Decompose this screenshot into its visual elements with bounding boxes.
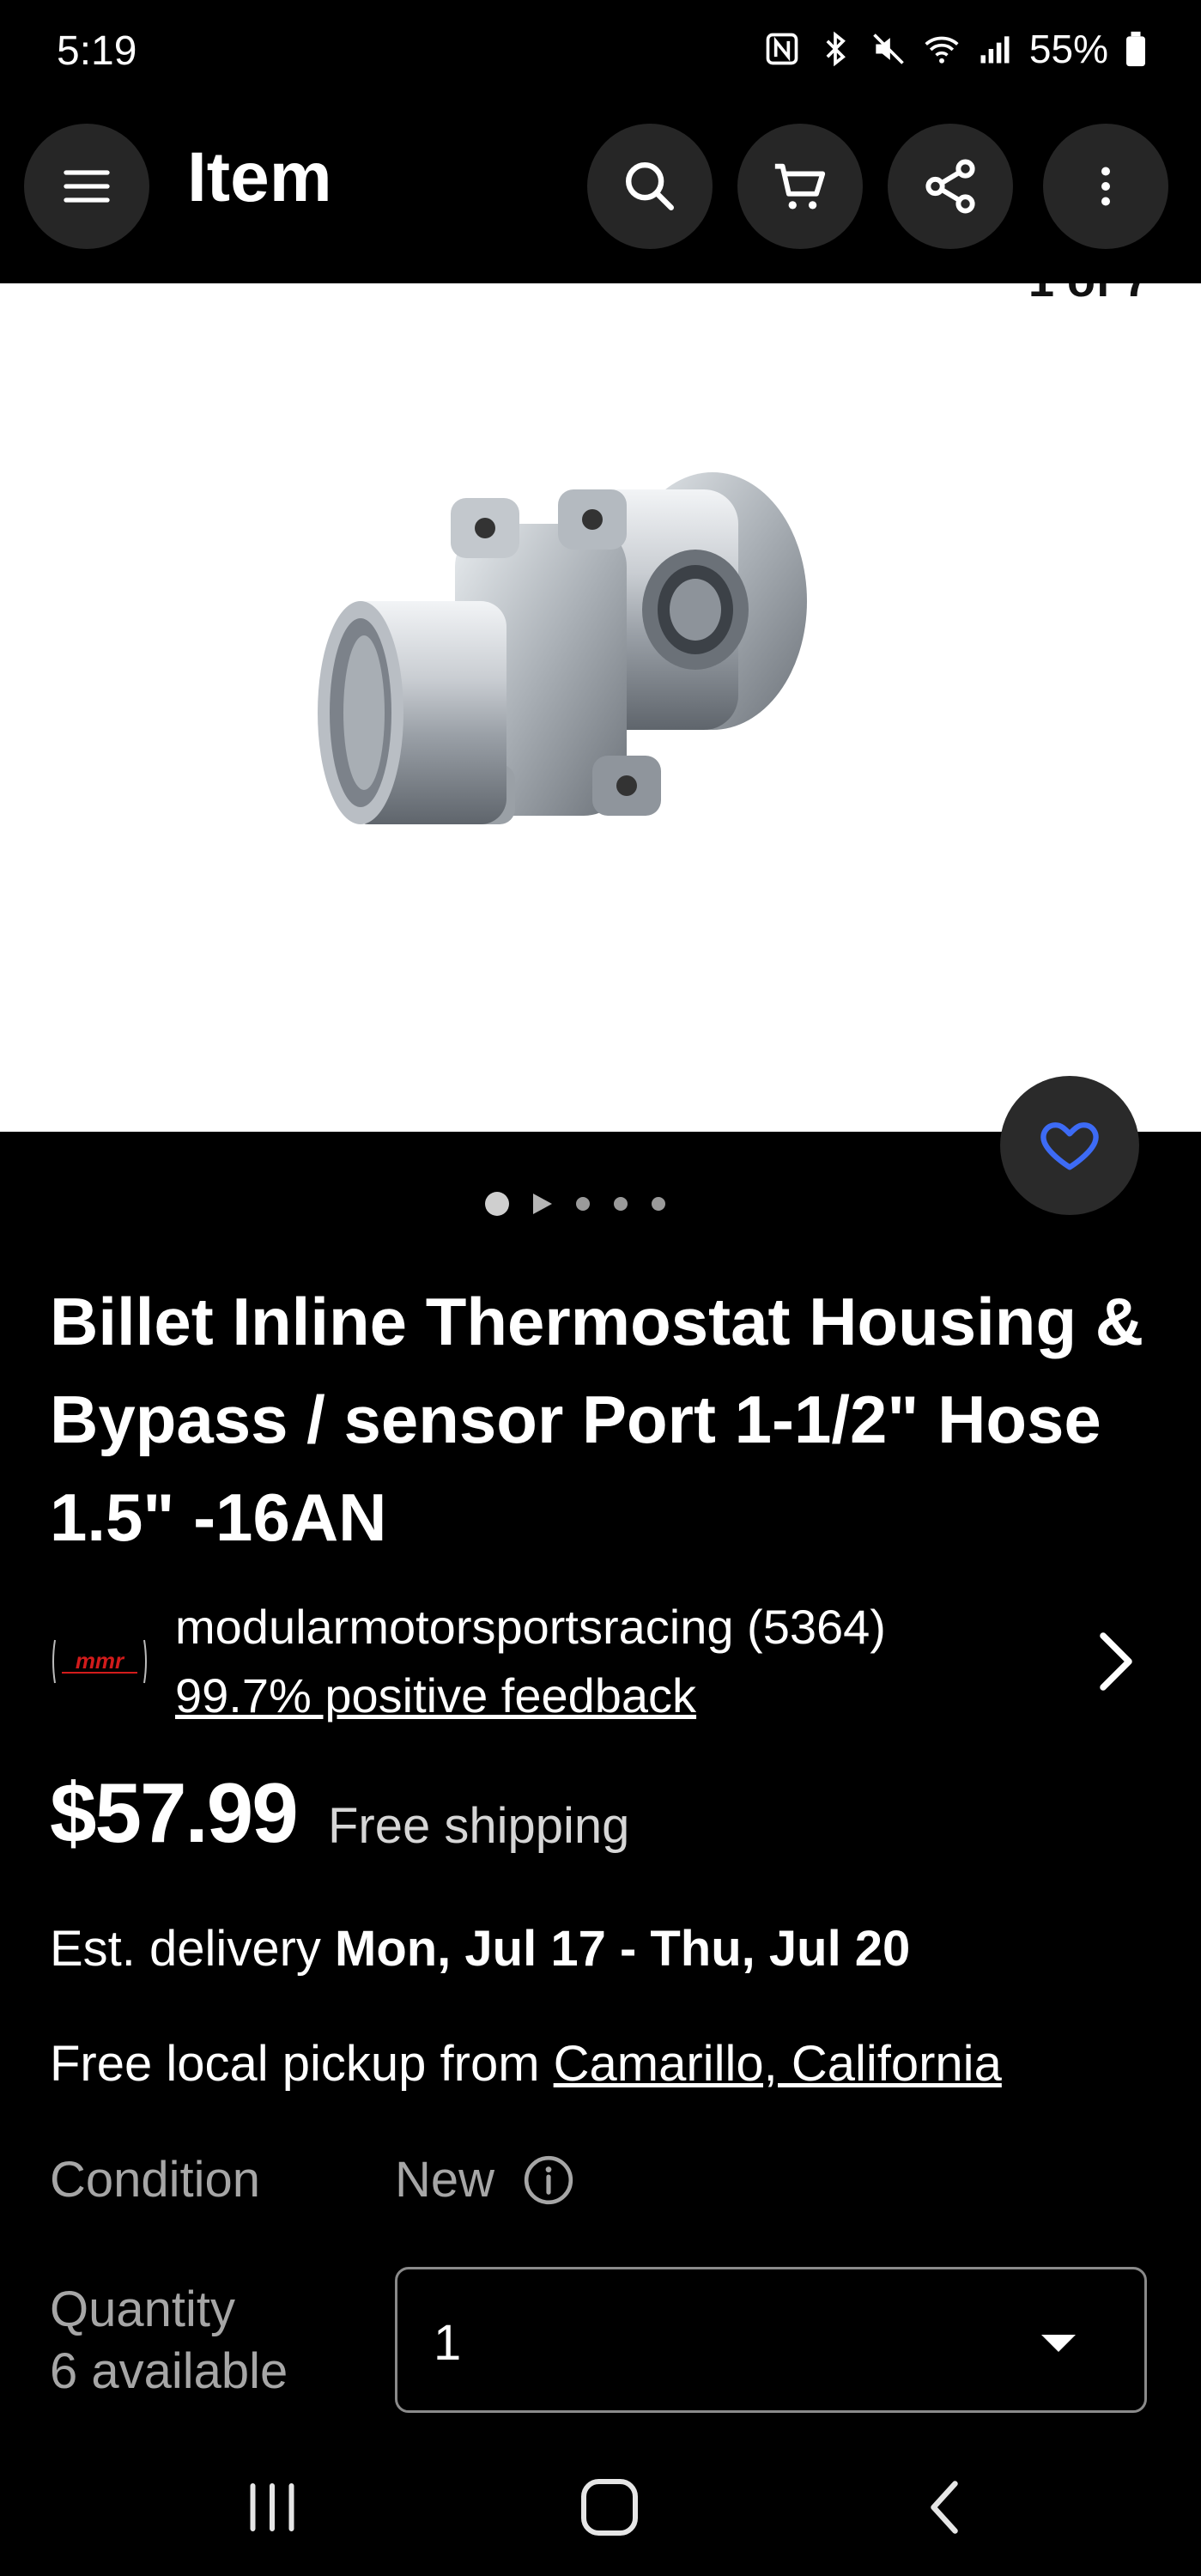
share-button[interactable]	[888, 124, 1013, 249]
image-counter: 1 of 7	[1028, 283, 1149, 307]
heart-icon	[1040, 1122, 1099, 1170]
cart-button[interactable]	[737, 124, 863, 249]
quantity-available: 6 available	[50, 2343, 288, 2399]
seller-logo[interactable]: mmr	[50, 1631, 149, 1692]
bluetooth-icon	[826, 31, 846, 67]
status-icons: 55%	[763, 26, 1148, 72]
hamburger-icon	[64, 170, 110, 203]
page-dot[interactable]	[614, 1197, 628, 1211]
battery-icon	[1126, 31, 1145, 67]
battery-percent: 55%	[1028, 27, 1108, 71]
delivery-dates: Mon, Jul 17 - Thu, Jul 20	[335, 1921, 911, 1977]
wifi-icon	[925, 36, 959, 64]
search-button[interactable]	[587, 124, 713, 249]
page-dot[interactable]	[652, 1197, 665, 1211]
back-icon[interactable]	[919, 2473, 970, 2542]
signal-icon	[980, 36, 1010, 64]
cart-icon	[774, 163, 826, 210]
more-options-button[interactable]	[1043, 124, 1168, 249]
dropdown-caret-icon	[1041, 2335, 1076, 2352]
shipping-info: Free shipping	[328, 1798, 630, 1854]
seller-name[interactable]: modularmotorsportsracing (5364)	[175, 1599, 886, 1655]
more-vertical-icon	[1101, 167, 1110, 206]
pickup-location-link[interactable]: Camarillo, California	[554, 2036, 1002, 2092]
estimated-delivery: Est. delivery Mon, Jul 17 - Thu, Jul 20	[50, 1920, 910, 1978]
chevron-right-icon[interactable]	[1090, 1627, 1142, 1696]
seller-feedback-link[interactable]: 99.7% positive feedback	[175, 1668, 696, 1723]
image-pagination[interactable]	[485, 1192, 665, 1216]
image-gallery[interactable]: 1 of 7	[0, 283, 1201, 1132]
share-icon	[925, 159, 975, 214]
watch-button[interactable]	[1000, 1076, 1139, 1215]
video-play-icon[interactable]	[533, 1194, 552, 1214]
nfc-icon	[766, 33, 798, 65]
condition-label: Condition	[50, 2152, 261, 2208]
page-title: Item	[187, 138, 332, 216]
svg-text:mmr: mmr	[76, 1648, 125, 1674]
home-icon[interactable]	[575, 2473, 644, 2542]
delivery-label: Est. delivery	[50, 1921, 335, 1977]
quantity-select[interactable]: 1	[395, 2267, 1147, 2413]
status-bar: 5:19 55%	[0, 0, 1201, 107]
mute-icon	[873, 33, 904, 64]
status-time: 5:19	[57, 28, 137, 74]
quantity-label: Quantity	[50, 2281, 235, 2337]
pickup-label: Free local pickup from	[50, 2036, 554, 2092]
page-dot-active[interactable]	[485, 1192, 509, 1216]
info-icon[interactable]	[522, 2154, 575, 2207]
item-title: Billet Inline Thermostat Housing & Bypas…	[50, 1284, 1144, 1555]
recent-apps-icon[interactable]	[242, 2473, 302, 2542]
menu-button[interactable]	[24, 124, 149, 249]
quantity-label-group: Quantity 6 available	[50, 2279, 288, 2403]
product-image	[318, 472, 807, 824]
page-dot[interactable]	[576, 1197, 590, 1211]
app-bar	[0, 107, 1201, 283]
search-icon	[626, 162, 674, 210]
quantity-value: 1	[434, 2315, 462, 2371]
local-pickup: Free local pickup from Camarillo, Califo…	[50, 2035, 1002, 2093]
system-navigation-bar	[0, 2439, 1201, 2576]
item-price: $57.99	[50, 1765, 299, 1860]
condition-value: New	[395, 2152, 495, 2208]
